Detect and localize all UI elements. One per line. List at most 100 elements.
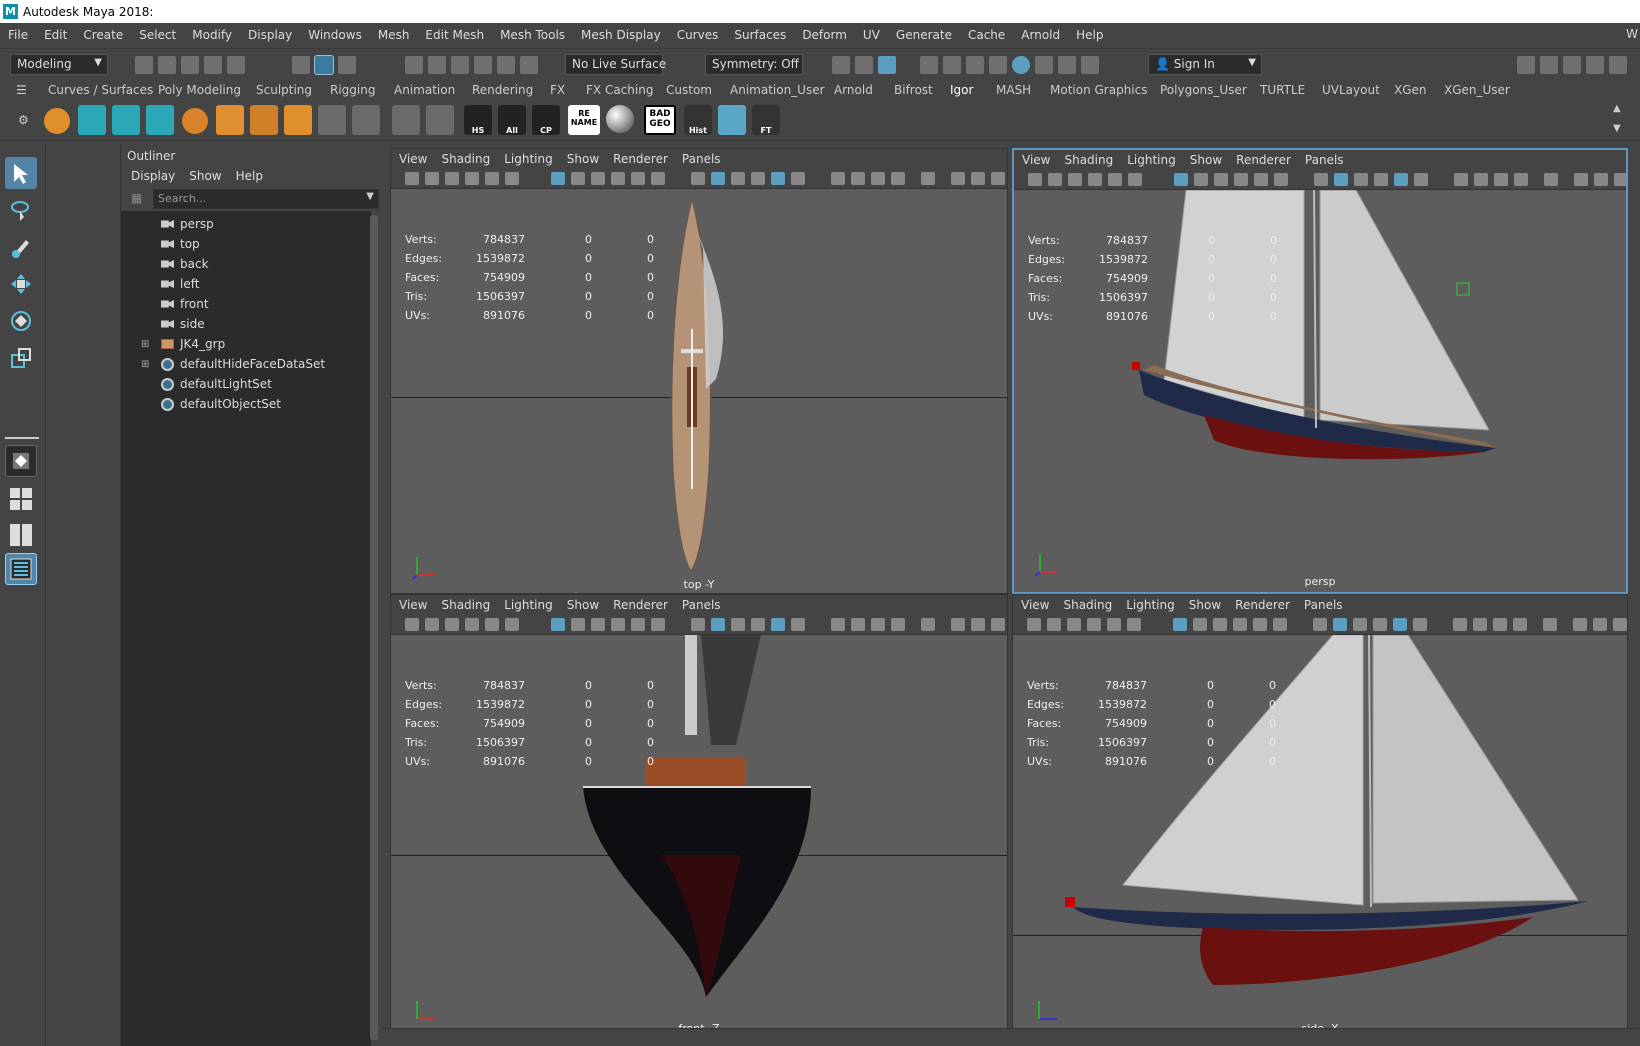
smooth-shade-icon[interactable]: [711, 172, 725, 185]
menu-deform[interactable]: Deform: [802, 28, 847, 42]
shadows-icon[interactable]: [831, 618, 845, 631]
menu-edit-mesh[interactable]: Edit Mesh: [425, 28, 484, 42]
panel-menu-view[interactable]: View: [1021, 598, 1049, 612]
shelf-edge-loop-icon[interactable]: [392, 105, 420, 135]
tab-sculpting[interactable]: Sculpting: [256, 83, 312, 97]
menu-uv[interactable]: UV: [863, 28, 880, 42]
shelf-ft-button[interactable]: FT: [752, 105, 780, 135]
render-frame-icon[interactable]: [943, 56, 961, 74]
tab-animation-user[interactable]: Animation_User: [730, 83, 825, 97]
ambient-occlusion-icon[interactable]: [1473, 618, 1487, 631]
film-gate-icon[interactable]: [571, 618, 585, 631]
panel-menu-lighting[interactable]: Lighting: [504, 598, 553, 612]
lighting-icon[interactable]: [1413, 618, 1427, 631]
smooth-shade-icon[interactable]: [711, 618, 725, 631]
panel-menu-view[interactable]: View: [399, 152, 427, 166]
shelf-settings-icon[interactable]: ⚙: [18, 113, 29, 127]
grease-pencil-icon[interactable]: [1128, 173, 1142, 186]
anti-alias-icon[interactable]: [1513, 618, 1527, 631]
tab-igor[interactable]: Igor: [950, 83, 973, 97]
default-material-icon[interactable]: [731, 172, 745, 185]
snap-grid-icon[interactable]: [405, 56, 423, 74]
safe-action-icon[interactable]: [651, 618, 665, 631]
mode-dropdown[interactable]: Modeling ▼: [10, 54, 108, 75]
outliner-item-side[interactable]: side: [161, 315, 205, 333]
select-object-icon[interactable]: [314, 55, 334, 75]
camera-icon[interactable]: [1027, 618, 1041, 631]
shadows-icon[interactable]: [1454, 173, 1468, 186]
single-pane-layout-icon[interactable]: [5, 445, 37, 477]
expand-icon[interactable]: ⊞: [141, 359, 149, 370]
wireframe-icon[interactable]: [691, 618, 705, 631]
outliner-item-persp[interactable]: persp: [161, 215, 214, 233]
default-material-icon[interactable]: [731, 618, 745, 631]
tab-fx-caching[interactable]: FX Caching: [586, 83, 653, 97]
panel-menu-lighting[interactable]: Lighting: [504, 152, 553, 166]
panel-menu-panels[interactable]: Panels: [1305, 153, 1344, 167]
panel-menu-panels[interactable]: Panels: [682, 152, 721, 166]
film-gate-icon[interactable]: [1193, 618, 1207, 631]
input-ops-icon[interactable]: [832, 56, 850, 74]
tab-fx[interactable]: FX: [550, 83, 565, 97]
xray-joints-icon[interactable]: [1574, 173, 1588, 186]
textured-icon[interactable]: [751, 618, 765, 631]
image-plane-icon[interactable]: [1088, 173, 1102, 186]
snap-plane-icon[interactable]: [474, 56, 492, 74]
grease-pencil-icon[interactable]: [1127, 618, 1141, 631]
motion-blur-icon[interactable]: [871, 172, 885, 185]
panel-layout-icon[interactable]: [971, 172, 985, 185]
snap-surface-icon[interactable]: [497, 56, 515, 74]
camera-attr-icon[interactable]: [1048, 173, 1062, 186]
textured-icon[interactable]: [1374, 173, 1388, 186]
arnold-ipr-icon[interactable]: [1058, 56, 1076, 74]
construction-history-icon[interactable]: [855, 56, 873, 74]
xray-joints-icon[interactable]: [1573, 618, 1587, 631]
maximize-panel-icon[interactable]: [991, 618, 1005, 631]
panel-layout-icon[interactable]: [971, 618, 985, 631]
menu-mesh[interactable]: Mesh: [378, 28, 410, 42]
outliner-item-back[interactable]: back: [161, 255, 209, 273]
viewport-side[interactable]: View Shading Lighting Show Renderer Pane…: [1012, 594, 1628, 1038]
bookmark-icon[interactable]: [1067, 618, 1081, 631]
isolate-select-icon[interactable]: [921, 618, 935, 631]
menu-generate[interactable]: Generate: [896, 28, 952, 42]
outliner-menu-show[interactable]: Show: [189, 169, 221, 183]
sign-in-button[interactable]: 👤 Sign In ▼: [1148, 54, 1262, 75]
ambient-occlusion-icon[interactable]: [851, 172, 865, 185]
rotate-tool-icon[interactable]: [5, 305, 37, 337]
camera-attr-icon[interactable]: [425, 172, 439, 185]
panel-layout-icon[interactable]: [1593, 618, 1607, 631]
menu-file[interactable]: File: [8, 28, 28, 42]
tab-animation[interactable]: Animation: [394, 83, 455, 97]
tab-arnold[interactable]: Arnold: [834, 83, 873, 97]
pause-icon[interactable]: [1081, 56, 1099, 74]
film-gate-icon[interactable]: [571, 172, 585, 185]
tab-curves-surfaces[interactable]: Curves / Surfaces: [48, 83, 153, 97]
safe-action-icon[interactable]: [1274, 173, 1288, 186]
lasso-tool-icon[interactable]: [5, 194, 37, 226]
shelf-sphere-icon[interactable]: [44, 108, 70, 134]
open-scene-icon[interactable]: [158, 56, 176, 74]
move-tool-icon[interactable]: [5, 268, 37, 300]
shelf-cube-icon[interactable]: [216, 105, 244, 135]
panel-layout-icon[interactable]: [1594, 173, 1608, 186]
tab-bifrost[interactable]: Bifrost: [894, 83, 933, 97]
wireframe-icon[interactable]: [691, 172, 705, 185]
shelf-torus-icon[interactable]: [182, 108, 208, 134]
xray-joints-icon[interactable]: [951, 618, 965, 631]
save-scene-icon[interactable]: [181, 56, 199, 74]
viewport-persp[interactable]: View Shading Lighting Show Renderer Pane…: [1012, 148, 1628, 594]
arnold-render-icon[interactable]: [1035, 56, 1053, 74]
paint-select-icon[interactable]: [5, 231, 37, 263]
tab-polygons-user[interactable]: Polygons_User: [1160, 83, 1247, 97]
viewport-top[interactable]: View Shading Lighting Show Renderer Pane…: [390, 148, 1008, 594]
outliner-layout-icon[interactable]: [5, 553, 37, 585]
outliner-item-jk4-grp[interactable]: ⊞ JK4_grp: [141, 335, 225, 353]
anti-alias-icon[interactable]: [1514, 173, 1528, 186]
tab-poly-modeling[interactable]: Poly Modeling: [158, 83, 241, 97]
isolate-select-icon[interactable]: [921, 172, 935, 185]
panel-menu-show[interactable]: Show: [1190, 153, 1222, 167]
camera-attr-icon[interactable]: [425, 618, 439, 631]
select-tool-icon[interactable]: [5, 157, 37, 189]
menu-create[interactable]: Create: [83, 28, 123, 42]
